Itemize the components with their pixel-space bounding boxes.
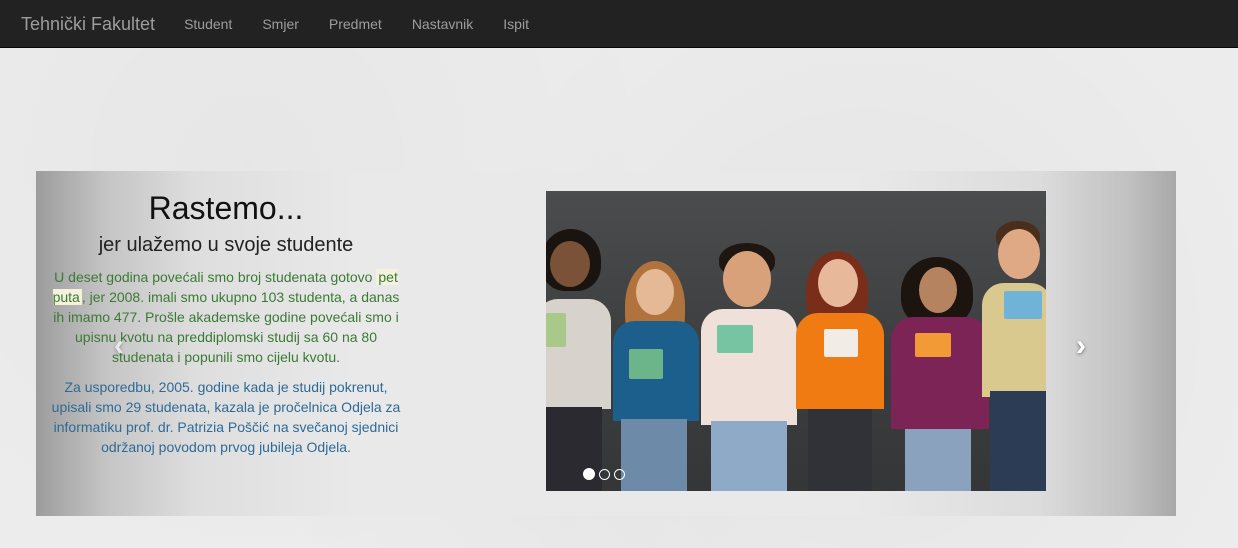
nav-item-predmet[interactable]: Predmet — [314, 0, 397, 48]
student-figure — [796, 251, 884, 491]
chevron-left-icon[interactable]: ‹ — [114, 331, 124, 361]
brand-link[interactable]: Tehnički Fakultet — [21, 0, 155, 48]
chevron-right-icon[interactable]: › — [1076, 331, 1086, 361]
student-figure — [701, 243, 797, 491]
nav-item-student[interactable]: Student — [169, 0, 247, 48]
student-figure — [891, 257, 989, 491]
slide-title: Rastemo... — [148, 190, 304, 226]
student-figure — [982, 221, 1046, 491]
slide-caption: Rastemo... jer ulažemo u svoje studente … — [50, 189, 402, 457]
student-figure — [546, 229, 611, 491]
student-figure — [611, 261, 701, 491]
slide-paragraph-growth: U deset godina povećali smo broj studena… — [50, 267, 402, 367]
carousel-indicator[interactable] — [583, 468, 595, 480]
carousel-indicator[interactable] — [614, 468, 625, 480]
nav-item-smjer[interactable]: Smjer — [247, 0, 314, 48]
para1-text-a: U deset godina povećali smo broj studena… — [54, 269, 377, 285]
slide-paragraph-comparison: Za usporedbu, 2005. godine kada je studi… — [51, 379, 401, 455]
para1-text-b: , jer 2008. imali smo ukupno 103 student… — [53, 289, 400, 365]
carousel-indicator[interactable] — [599, 468, 610, 480]
nav-item-ispit[interactable]: Ispit — [488, 0, 544, 48]
slide-subtitle: jer ulažemo u svoje studente — [98, 234, 354, 256]
carousel-indicators — [583, 468, 625, 480]
carousel: Rastemo... jer ulažemo u svoje studente … — [36, 171, 1176, 516]
top-navbar: Tehnički Fakultet Student Smjer Predmet … — [0, 0, 1238, 48]
students-photo — [546, 191, 1046, 491]
nav-item-nastavnik[interactable]: Nastavnik — [397, 0, 488, 48]
